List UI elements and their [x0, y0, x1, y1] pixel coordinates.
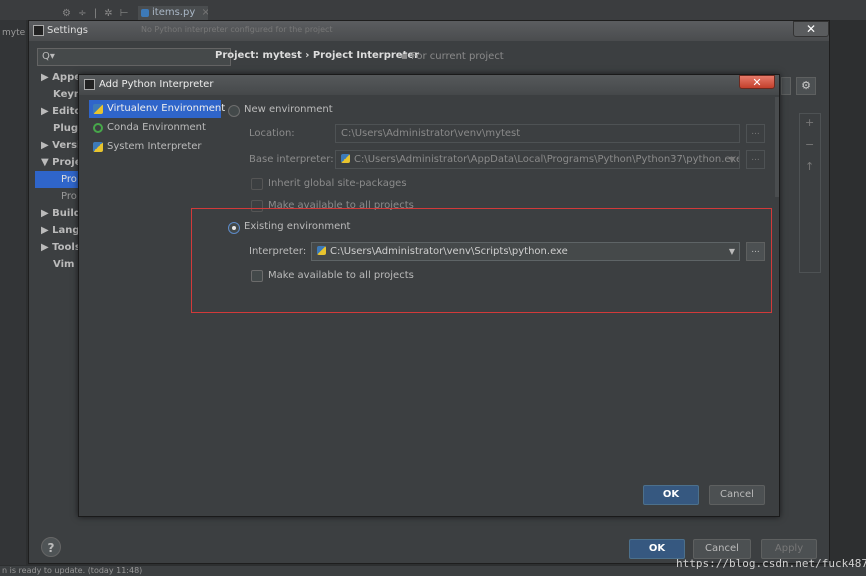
- help-button[interactable]: ?: [41, 537, 61, 557]
- location-field[interactable]: C:\Users\Administrator\venv\mytest: [335, 124, 740, 143]
- project-scope-icon: ▪: [401, 51, 411, 62]
- sidebar-item-system-interpreter[interactable]: System Interpreter: [89, 138, 221, 156]
- editor-tab-label: items.py: [152, 7, 196, 18]
- settings-cancel-button[interactable]: Cancel: [693, 539, 751, 559]
- editor-tab-items-py[interactable]: items.py ×: [138, 6, 208, 20]
- chevron-down-icon[interactable]: ▼: [725, 151, 739, 168]
- project-name-fragment: myte: [2, 28, 26, 38]
- existing-environment-label: Existing environment: [244, 221, 351, 232]
- base-interpreter-field[interactable]: C:\Users\Administrator\AppData\Local\Pro…: [335, 150, 740, 169]
- interpreter-dropdown-edge[interactable]: [781, 77, 791, 95]
- dialog-close-button[interactable]: ✕: [739, 75, 775, 89]
- interpreter-warning-banner: No Python interpreter configured for the…: [141, 25, 333, 34]
- base-interpreter-browse-button[interactable]: ...: [746, 150, 765, 169]
- python-icon: [317, 246, 326, 255]
- pycharm-icon: [33, 25, 44, 36]
- settings-title: Settings: [47, 25, 89, 36]
- dialog-titlebar[interactable]: Add Python Interpreter: [79, 75, 779, 95]
- pycharm-icon: [84, 79, 95, 90]
- location-browse-button[interactable]: ...: [746, 124, 765, 143]
- add-python-interpreter-dialog: Add Python Interpreter ✕ Virtualenv Envi…: [78, 74, 780, 517]
- breadcrumb-note: ▪ For current project: [401, 51, 504, 62]
- chevron-down-icon[interactable]: ▼: [725, 243, 739, 260]
- settings-search-input[interactable]: Q▾: [37, 48, 231, 66]
- watermark: https://blog.csdn.net/fuck487: [676, 557, 866, 570]
- settings-apply-button[interactable]: Apply: [761, 539, 817, 559]
- interpreter-browse-button[interactable]: ...: [746, 242, 765, 261]
- sidebar-item-conda[interactable]: Conda Environment: [89, 119, 221, 137]
- settings-titlebar[interactable]: Settings No Python interpreter configure…: [29, 21, 829, 41]
- dialog-scrollbar[interactable]: [775, 97, 779, 197]
- make-available-existing-checkbox[interactable]: [251, 270, 263, 282]
- sidebar-item-virtualenv[interactable]: Virtualenv Environment: [89, 100, 225, 118]
- existing-environment-radio[interactable]: [228, 222, 240, 234]
- python-icon: [341, 154, 350, 163]
- interpreter-select[interactable]: C:\Users\Administrator\venv\Scripts\pyth…: [311, 242, 740, 261]
- settings-ok-button[interactable]: OK: [629, 539, 685, 559]
- python-file-icon: [141, 9, 149, 17]
- remove-package-button[interactable]: −: [805, 138, 814, 151]
- dialog-title: Add Python Interpreter: [99, 79, 214, 90]
- upgrade-package-button[interactable]: ↑: [805, 160, 814, 173]
- virtualenv-icon: [93, 104, 103, 114]
- interpreter-settings-gear-button[interactable]: ⚙: [796, 77, 816, 95]
- python-icon: [93, 142, 103, 152]
- add-package-button[interactable]: +: [805, 116, 814, 129]
- package-toolbar: + − ↑: [799, 113, 821, 273]
- ide-toolbar-icons[interactable]: ⚙ ÷ | ✲ ⊢: [62, 8, 131, 19]
- ide-left-strip: [0, 20, 26, 565]
- base-interpreter-value: C:\Users\Administrator\AppData\Local\Pro…: [354, 154, 740, 165]
- interpreter-label: Interpreter:: [249, 246, 307, 257]
- interpreter-type-list: Virtualenv Environment Conda Environment…: [89, 100, 225, 180]
- base-interpreter-label: Base interpreter:: [249, 154, 334, 165]
- interpreter-value: C:\Users\Administrator\venv\Scripts\pyth…: [330, 246, 568, 257]
- sidebar-item-label: Conda Environment: [107, 122, 206, 133]
- tab-close-icon[interactable]: ×: [201, 7, 208, 18]
- inherit-site-packages-checkbox[interactable]: [251, 178, 263, 190]
- gear-icon: ⚙: [801, 79, 811, 92]
- conda-icon: [93, 123, 103, 133]
- new-environment-radio[interactable]: [228, 105, 240, 117]
- dialog-ok-button[interactable]: OK: [643, 485, 699, 505]
- breadcrumb-note-text: For current project: [410, 51, 504, 62]
- sidebar-item-label: Virtualenv Environment: [107, 103, 226, 114]
- settings-close-button[interactable]: ✕: [793, 21, 829, 37]
- sidebar-item-label: System Interpreter: [107, 141, 202, 152]
- location-label: Location:: [249, 128, 295, 139]
- dialog-cancel-button[interactable]: Cancel: [709, 485, 765, 505]
- make-available-existing-label: Make available to all projects: [268, 270, 414, 281]
- new-environment-label: New environment: [244, 104, 333, 115]
- breadcrumb: Project: mytest › Project Interpreter: [215, 50, 420, 61]
- inherit-site-packages-label: Inherit global site-packages: [268, 178, 407, 189]
